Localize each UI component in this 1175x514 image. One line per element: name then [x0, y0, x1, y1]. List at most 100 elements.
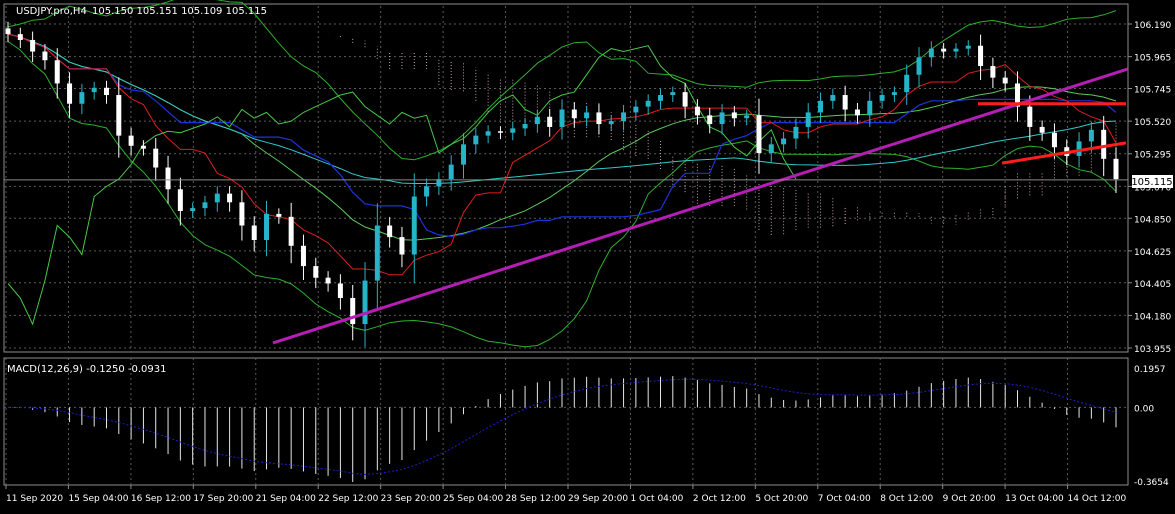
candle-body: [128, 135, 134, 146]
bollinger-lower-line: [7, 40, 1117, 348]
price-tick-label: 105.295: [1134, 151, 1171, 161]
price-tick-label: 105.965: [1134, 54, 1171, 64]
time-tick-label: 1 Oct 04:00: [630, 494, 683, 504]
candle-body: [965, 45, 971, 49]
time-tick-label: 13 Oct 04:00: [1005, 494, 1064, 504]
candle-body: [953, 48, 959, 52]
candle-body: [596, 112, 602, 125]
candle-body: [461, 144, 467, 165]
candle-body: [276, 213, 282, 217]
time-tick-label: 2 Oct 12:00: [693, 494, 746, 504]
symbol-label: USDJPY.pro,H4: [16, 6, 87, 17]
candle-body: [1051, 132, 1057, 148]
candle-body: [768, 144, 774, 154]
time-tick-label: 7 Oct 04:00: [818, 494, 871, 504]
candles: [5, 21, 1119, 348]
candle-body: [239, 202, 245, 226]
candle-body: [190, 208, 196, 212]
candle-body: [571, 109, 577, 119]
price-tick-label: 104.405: [1134, 280, 1171, 290]
price-tick-label: 105.520: [1134, 118, 1171, 128]
candle-body: [1113, 158, 1119, 180]
time-tick-label: 15 Sep 04:00: [68, 494, 128, 504]
current-price-value: 105.115: [1131, 177, 1172, 188]
candle-body: [978, 45, 984, 67]
macd-tick-label: -0.3654: [1134, 478, 1169, 488]
candle-body: [694, 106, 700, 116]
candle-body: [67, 83, 73, 104]
candle-body: [854, 109, 860, 116]
candle-body: [584, 112, 590, 119]
candle-body: [657, 95, 663, 101]
candle-body: [116, 95, 122, 136]
candle-body: [42, 51, 48, 61]
time-tick-label: 14 Oct 12:00: [1068, 494, 1127, 504]
candle-body: [879, 95, 885, 101]
channel-lower-line: [1001, 141, 1127, 165]
chart-window[interactable]: 106.190 105.965 105.745 105.520 105.295 105.0…: [0, 0, 1175, 510]
candle-body: [1076, 141, 1082, 156]
price-tick-label: 104.180: [1134, 312, 1171, 322]
tenkan-line: [7, 33, 1117, 276]
candle-body: [497, 131, 503, 133]
candle-body: [227, 193, 233, 203]
candle-body: [399, 237, 405, 255]
grid: [3, 3, 1129, 486]
candle-body: [165, 167, 171, 190]
candle-body: [731, 112, 737, 119]
candle-body: [264, 213, 270, 240]
macd-tick-label: 0.1957: [1134, 365, 1166, 375]
chart-canvas[interactable]: 106.190105.965105.745105.520105.295105.0…: [0, 0, 1175, 510]
time-tick-label: 5 Oct 20:00: [755, 494, 808, 504]
candle-body: [202, 202, 208, 209]
candle-body: [842, 95, 848, 110]
candle-body: [251, 225, 257, 240]
macd-tick-label: 0.00: [1134, 404, 1154, 414]
candle-body: [818, 100, 824, 113]
candle-body: [140, 145, 146, 149]
time-tick-label: 28 Sep 12:00: [506, 494, 566, 504]
candle-body: [214, 193, 220, 203]
candle-body: [756, 115, 762, 154]
candle-body: [91, 87, 97, 93]
candle-body: [719, 112, 725, 125]
price-tick-label: 104.625: [1134, 248, 1171, 258]
candle-body: [830, 95, 836, 101]
time-tick-label: 23 Sep 20:00: [381, 494, 441, 504]
candle-body: [510, 128, 516, 133]
candle-body: [362, 280, 368, 325]
macd-label: MACD(12,26,9) -0.1250 -0.0931: [7, 364, 167, 375]
candle-body: [350, 297, 356, 325]
candle-body: [79, 92, 85, 104]
candle-body: [941, 48, 947, 52]
candle-body: [387, 225, 393, 238]
price-tick-label: 104.850: [1134, 215, 1171, 225]
candle-body: [30, 39, 36, 52]
price-tick-label: 103.955: [1134, 345, 1171, 355]
candle-body: [891, 92, 897, 96]
time-tick-label: 11 Sep 2020: [6, 494, 63, 504]
candle-body: [781, 138, 787, 145]
macd-panel: 0.1957 0.00 -0.3654: [4, 365, 1169, 488]
candle-body: [1039, 126, 1045, 133]
time-tick-label: 9 Oct 20:00: [943, 494, 996, 504]
candle-body: [744, 115, 750, 119]
candle-body: [805, 112, 811, 127]
candle-body: [559, 109, 565, 127]
time-tick-label: 16 Sep 12:00: [131, 494, 191, 504]
candle-body: [411, 196, 417, 255]
candle-body: [645, 100, 651, 107]
candle-body: [1088, 129, 1094, 142]
candle-body: [522, 124, 528, 129]
candle-body: [17, 34, 23, 40]
candle-body: [928, 48, 934, 58]
candle-body: [424, 186, 430, 197]
candle-body: [1027, 106, 1033, 127]
indicator-lines: [7, 0, 1117, 348]
candle-body: [621, 112, 627, 122]
candle-body: [374, 225, 380, 281]
candle-body: [1101, 129, 1107, 159]
candle-body: [5, 28, 11, 35]
price-tick-label: 105.745: [1134, 86, 1171, 96]
candle-body: [916, 57, 922, 75]
